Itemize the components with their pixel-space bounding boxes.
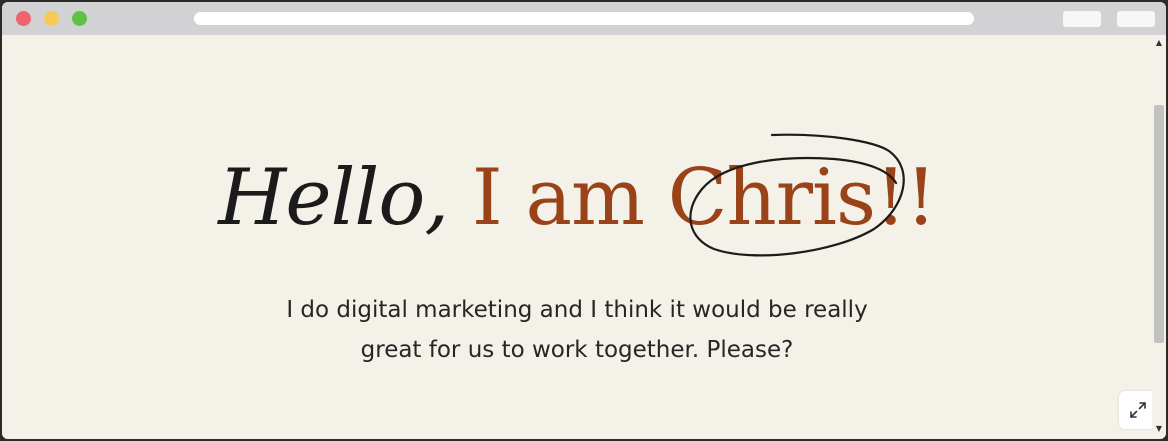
hand-drawn-circle-icon xyxy=(689,133,905,257)
hero-headline: Hello, I am Chris!! xyxy=(2,153,1152,243)
toolbar-button-1[interactable] xyxy=(1063,11,1101,27)
close-window-button[interactable] xyxy=(16,11,31,26)
maximize-window-button[interactable] xyxy=(72,11,87,26)
scroll-up-arrow-icon[interactable]: ▲ xyxy=(1155,39,1163,47)
scroll-down-arrow-icon[interactable]: ▼ xyxy=(1155,425,1163,433)
subtitle-line-2: great for us to work together. Please? xyxy=(360,337,794,363)
address-bar[interactable] xyxy=(194,12,974,25)
page-content: Hello, I am Chris!! I do digital marketi… xyxy=(2,35,1157,439)
scrollbar-thumb[interactable] xyxy=(1154,105,1164,343)
intro-text: I am xyxy=(471,153,645,243)
greeting-text: Hello, xyxy=(218,153,449,243)
title-bar xyxy=(2,2,1166,35)
expand-icon xyxy=(1130,402,1146,418)
hero-subtitle: I do digital marketing and I think it wo… xyxy=(252,290,902,370)
browser-window: Hello, I am Chris!! I do digital marketi… xyxy=(2,2,1166,439)
vertical-scrollbar[interactable]: ▲ ▼ xyxy=(1152,35,1166,439)
minimize-window-button[interactable] xyxy=(44,11,59,26)
toolbar-button-2[interactable] xyxy=(1117,11,1155,27)
subtitle-line-1: I do digital marketing and I think it wo… xyxy=(286,297,868,323)
